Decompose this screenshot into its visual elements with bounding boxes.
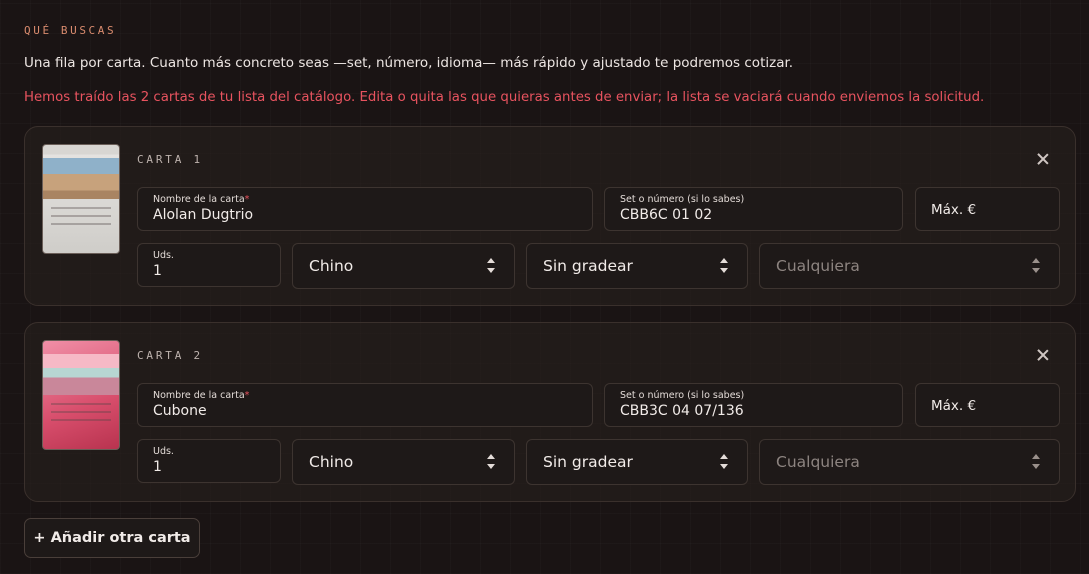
select-arrows-icon bbox=[1032, 258, 1040, 274]
select-arrows-icon bbox=[720, 258, 728, 274]
set-number-value: CBB6C 01 02 bbox=[620, 207, 713, 223]
card-name-value: Cubone bbox=[153, 403, 207, 419]
condition-placeholder: Cualquiera bbox=[776, 257, 860, 275]
card-name-label: Nombre de la carta bbox=[153, 390, 245, 401]
language-value: Chino bbox=[309, 257, 354, 275]
card-label: CARTA 2 bbox=[137, 349, 203, 362]
card-name-field[interactable]: Nombre de la carta* Cubone bbox=[137, 383, 593, 427]
card-label: CARTA 1 bbox=[137, 153, 203, 166]
condition-select[interactable]: Cualquiera bbox=[759, 439, 1060, 485]
language-value: Chino bbox=[309, 453, 354, 471]
max-price-placeholder: Máx. € bbox=[931, 202, 977, 218]
max-price-field[interactable]: Máx. € bbox=[915, 383, 1060, 427]
grading-value: Sin gradear bbox=[543, 257, 633, 275]
select-arrows-icon bbox=[487, 454, 495, 470]
grading-select[interactable]: Sin gradear bbox=[526, 243, 748, 289]
language-select[interactable]: Chino bbox=[292, 243, 515, 289]
condition-placeholder: Cualquiera bbox=[776, 453, 860, 471]
set-number-value: CBB3C 04 07/136 bbox=[620, 403, 744, 419]
select-arrows-icon bbox=[1032, 454, 1040, 470]
catalog-notice: Hemos traído las 2 cartas de tu lista de… bbox=[24, 90, 985, 105]
quantity-label: Uds. bbox=[153, 446, 174, 457]
max-price-placeholder: Máx. € bbox=[931, 398, 977, 414]
card-name-value: Alolan Dugtrio bbox=[153, 207, 254, 223]
remove-card-button[interactable] bbox=[1035, 347, 1051, 363]
required-mark: * bbox=[244, 390, 250, 401]
language-select[interactable]: Chino bbox=[292, 439, 515, 485]
required-mark: * bbox=[244, 194, 250, 205]
select-arrows-icon bbox=[720, 454, 728, 470]
set-number-field[interactable]: Set o número (si lo sabes) CBB6C 01 02 bbox=[604, 187, 903, 231]
card-thumbnail bbox=[42, 144, 120, 254]
set-number-label: Set o número (si lo sabes) bbox=[620, 194, 745, 205]
condition-select[interactable]: Cualquiera bbox=[759, 243, 1060, 289]
set-number-label: Set o número (si lo sabes) bbox=[620, 390, 745, 401]
card-row: CARTA 1 Nombre de la carta* Alolan Dugtr… bbox=[24, 126, 1076, 306]
select-arrows-icon bbox=[487, 258, 495, 274]
max-price-field[interactable]: Máx. € bbox=[915, 187, 1060, 231]
card-thumbnail bbox=[42, 340, 120, 450]
quantity-field[interactable]: Uds. 1 bbox=[137, 243, 281, 287]
grading-select[interactable]: Sin gradear bbox=[526, 439, 748, 485]
add-card-button[interactable]: + Añadir otra carta bbox=[24, 518, 200, 558]
set-number-field[interactable]: Set o número (si lo sabes) CBB3C 04 07/1… bbox=[604, 383, 903, 427]
intro-text: Una fila por carta. Cuanto más concreto … bbox=[24, 55, 794, 71]
remove-card-button[interactable] bbox=[1035, 151, 1051, 167]
card-row: CARTA 2 Nombre de la carta* Cubone Set o… bbox=[24, 322, 1076, 502]
card-name-label: Nombre de la carta bbox=[153, 194, 245, 205]
quantity-value: 1 bbox=[153, 459, 162, 475]
card-name-field[interactable]: Nombre de la carta* Alolan Dugtrio bbox=[137, 187, 593, 231]
quantity-value: 1 bbox=[153, 263, 162, 279]
section-label: QUÉ BUSCAS bbox=[24, 24, 117, 37]
quantity-label: Uds. bbox=[153, 250, 174, 261]
grading-value: Sin gradear bbox=[543, 453, 633, 471]
quantity-field[interactable]: Uds. 1 bbox=[137, 439, 281, 483]
